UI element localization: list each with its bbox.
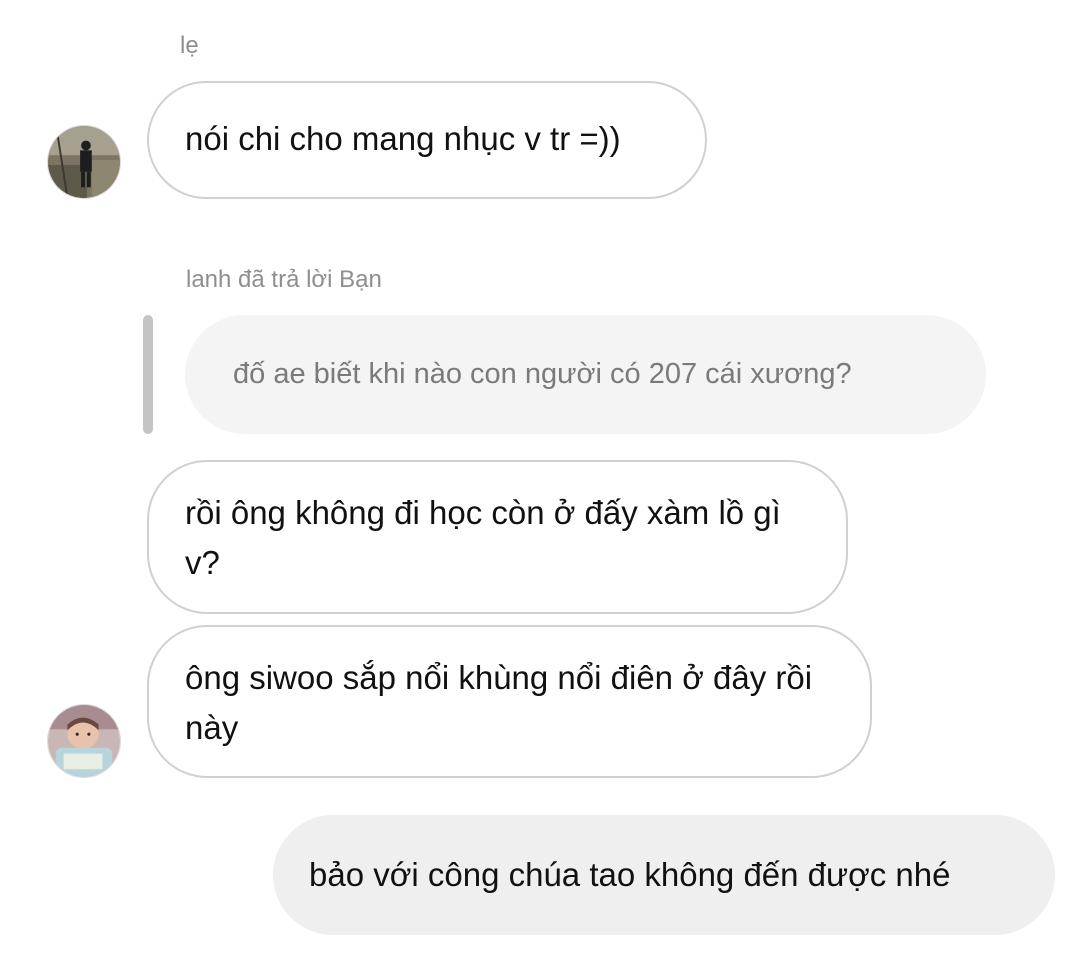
baby-photo-icon[interactable] [47, 704, 121, 778]
message-text: bảo với công chúa tao không đến được nhé [309, 856, 951, 893]
message-bubble[interactable]: ông siwoo sắp nổi khùng nổi điên ở đây r… [147, 625, 872, 778]
avatar-image [48, 705, 120, 777]
message-text: nói chi cho mang nhục v tr =)) [185, 120, 621, 157]
message-bubble[interactable]: nói chi cho mang nhục v tr =)) [147, 81, 707, 199]
message-bubble[interactable]: rồi ông không đi học còn ở đấy xàm lồ gì… [147, 460, 848, 614]
avatar-image [48, 126, 120, 198]
chat-thread: lẹ nói chi cho mang nhục v tr =)) lanh đ… [0, 0, 1078, 966]
message-text: rồi ông không đi học còn ở đấy xàm lồ gì… [185, 494, 781, 581]
message-bubble-outgoing[interactable]: bảo với công chúa tao không đến được nhé [273, 815, 1055, 935]
person-photo-icon[interactable] [47, 125, 121, 199]
quote-bar [143, 315, 153, 434]
sender-name: lẹ [180, 32, 199, 59]
reply-header: lanh đã trả lời Bạn [186, 266, 382, 293]
quoted-message[interactable]: đố ae biết khi nào con người có 207 cái … [185, 315, 986, 434]
message-text: ông siwoo sắp nổi khùng nổi điên ở đây r… [185, 659, 813, 746]
quoted-text: đố ae biết khi nào con người có 207 cái … [233, 358, 852, 390]
